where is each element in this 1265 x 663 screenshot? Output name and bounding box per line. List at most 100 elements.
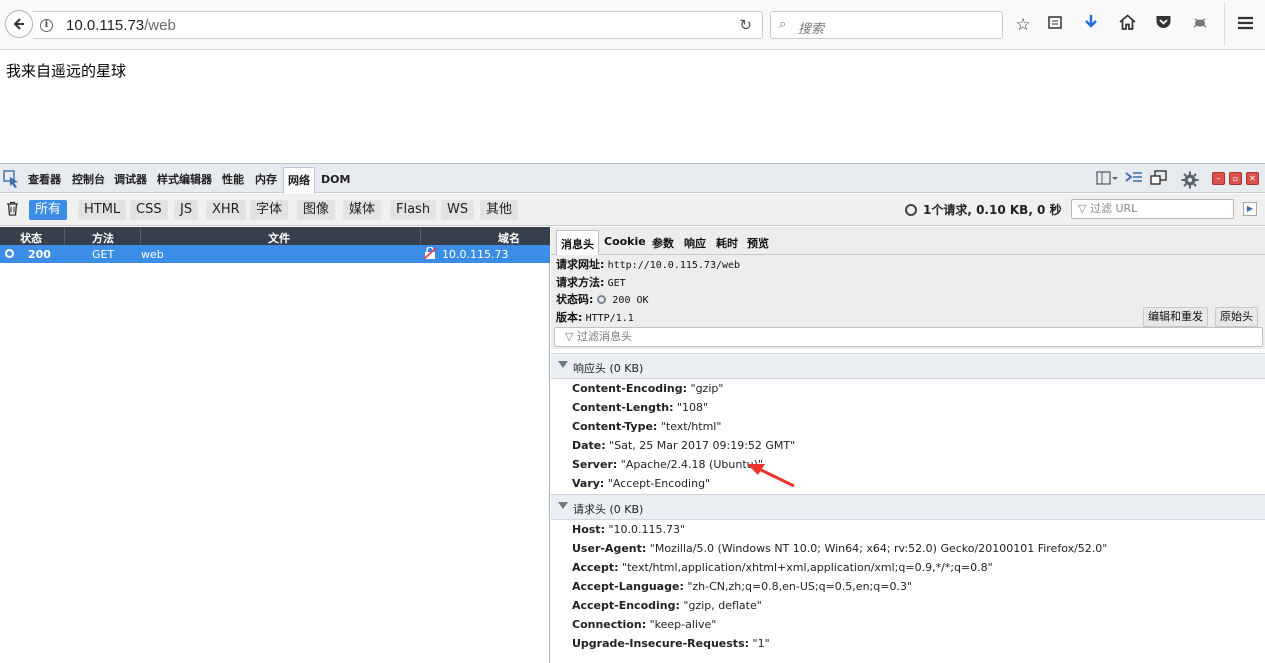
- header-line: Upgrade-Insecure-Requests: "1": [572, 637, 770, 650]
- collapse-triangle-icon: [558, 502, 568, 509]
- reading-list-icon[interactable]: [1044, 14, 1066, 36]
- summary-version: 版本: HTTP/1.1: [556, 311, 634, 324]
- request-domain: 10.0.115.73: [442, 248, 509, 261]
- browser-toolbar: i 10.0.115.73/web ↻ ⌕ 搜索 ☆: [0, 0, 1265, 50]
- filter-media[interactable]: 媒体: [343, 200, 382, 220]
- network-filter-bar: 所有 HTML CSS JS XHR 字体 图像 媒体 Flash WS 其他 …: [0, 194, 1265, 226]
- tab-cookie[interactable]: Cookie: [604, 235, 646, 248]
- filter-all[interactable]: 所有: [29, 200, 68, 220]
- header-line: Content-Length: "108": [572, 401, 709, 414]
- header-filter-input[interactable]: ▽ 过滤消息头: [554, 327, 1263, 347]
- url-text[interactable]: 10.0.115.73/web: [66, 17, 176, 34]
- url-filter-input[interactable]: ▽ 过滤 URL: [1071, 199, 1234, 219]
- filter-xhr[interactable]: XHR: [206, 200, 246, 220]
- header-line: Vary: "Accept-Encoding": [572, 477, 711, 490]
- request-table-header: 状态 方法 文件 域名: [0, 227, 550, 245]
- header-line: Content-Type: "text/html": [572, 420, 722, 433]
- inspector-picker-icon[interactable]: [3, 170, 21, 191]
- request-row[interactable]: 200 GET web 10.0.115.73: [0, 245, 550, 263]
- toggle-sidebar-icon[interactable]: ▶: [1243, 202, 1257, 216]
- header-line: Accept-Language: "zh-CN,zh;q=0.8,en-US;q…: [572, 580, 912, 593]
- annotation-arrow-icon: [747, 464, 795, 488]
- tab-performance[interactable]: 性能: [222, 169, 244, 191]
- menu-icon[interactable]: [1234, 14, 1256, 36]
- request-method: GET: [92, 248, 115, 261]
- search-box[interactable]: ⌕ 搜索: [770, 11, 1003, 39]
- details-tabs: 消息头 Cookie 参数 响应 耗时 预览: [551, 227, 1265, 256]
- stopwatch-icon: [905, 204, 917, 216]
- header-line: Connection: "keep-alive": [572, 618, 717, 631]
- tab-debugger[interactable]: 调试器: [114, 169, 147, 191]
- header-line: Date: "Sat, 25 Mar 2017 09:19:52 GMT": [572, 439, 796, 452]
- col-method[interactable]: 方法: [92, 230, 114, 246]
- tab-network[interactable]: 网络: [283, 167, 315, 194]
- request-headers-section[interactable]: 请求头 (0 KB): [551, 494, 1265, 520]
- toolbar-divider: [1224, 2, 1225, 46]
- insecure-lock-icon: [423, 246, 437, 263]
- header-line: Content-Encoding: "gzip": [572, 382, 724, 395]
- restore-icon[interactable]: ▫: [1229, 172, 1242, 185]
- downloads-icon[interactable]: [1080, 14, 1102, 36]
- summary-url: 请求网址: http://10.0.115.73/web: [556, 258, 741, 271]
- edit-resend-button[interactable]: 编辑和重发: [1143, 307, 1208, 327]
- url-bar[interactable]: i 10.0.115.73/web ↻: [33, 11, 763, 39]
- filter-html[interactable]: HTML: [78, 200, 127, 220]
- devtools-toolbar: 查看器 控制台 调试器 样式编辑器 性能 内存 网络 DOM – ▫ ✕: [0, 163, 1265, 194]
- split-console-icon[interactable]: [1125, 171, 1143, 189]
- back-button[interactable]: [5, 10, 33, 38]
- status-circle-icon: [597, 295, 607, 304]
- col-status[interactable]: 状态: [20, 230, 42, 246]
- info-icon[interactable]: i: [40, 19, 53, 32]
- tab-timings[interactable]: 耗时: [716, 235, 738, 251]
- filter-js[interactable]: JS: [174, 200, 199, 220]
- header-line: User-Agent: "Mozilla/5.0 (Windows NT 10.…: [572, 542, 1108, 555]
- col-domain[interactable]: 域名: [498, 230, 520, 246]
- page-body-text: 我来自遥远的星球: [6, 62, 127, 80]
- tab-params[interactable]: 参数: [652, 235, 674, 251]
- summary-status: 状态码: 200 OK: [556, 293, 649, 306]
- header-line: Accept-Encoding: "gzip, deflate": [572, 599, 762, 612]
- filter-fonts[interactable]: 字体: [250, 200, 289, 220]
- home-icon[interactable]: [1116, 14, 1138, 36]
- minimize-icon[interactable]: –: [1212, 172, 1225, 185]
- filter-flash[interactable]: Flash: [390, 200, 437, 220]
- response-headers-section[interactable]: 响应头 (0 KB): [551, 353, 1265, 379]
- tab-headers[interactable]: 消息头: [556, 230, 599, 256]
- raw-headers-button[interactable]: 原始头: [1215, 307, 1258, 327]
- reload-icon[interactable]: ↻: [739, 16, 752, 34]
- bookmark-star-icon[interactable]: ☆: [1012, 14, 1034, 36]
- filter-images[interactable]: 图像: [297, 200, 336, 220]
- request-details-panel: 消息头 Cookie 参数 响应 耗时 预览 请求网址: http://10.0…: [551, 227, 1265, 663]
- collapse-triangle-icon: [558, 361, 568, 368]
- split-layout-icon[interactable]: [1096, 171, 1118, 189]
- tab-console[interactable]: 控制台: [72, 169, 105, 191]
- trash-icon[interactable]: [6, 201, 19, 219]
- tab-style-editor[interactable]: 样式编辑器: [157, 169, 212, 191]
- summary-method: 请求方法: GET: [556, 276, 626, 289]
- request-status: 200: [28, 248, 51, 261]
- header-line: Accept: "text/html,application/xhtml+xml…: [572, 561, 993, 574]
- close-icon[interactable]: ✕: [1246, 172, 1259, 185]
- settings-gear-icon[interactable]: [1181, 171, 1199, 192]
- back-arrow-icon: [13, 18, 24, 30]
- filter-css[interactable]: CSS: [130, 200, 168, 220]
- filter-ws[interactable]: WS: [441, 200, 475, 220]
- firebug-icon[interactable]: [1189, 14, 1211, 36]
- tab-preview[interactable]: 预览: [747, 235, 769, 251]
- header-line: Host: "10.0.115.73": [572, 523, 686, 536]
- search-placeholder: 搜索: [798, 22, 825, 37]
- header-line: Server: "Apache/2.4.18 (Ubuntu)": [572, 458, 763, 471]
- request-file: web: [141, 248, 164, 261]
- tab-dom[interactable]: DOM: [321, 169, 350, 191]
- filter-other[interactable]: 其他: [480, 200, 519, 220]
- search-icon: ⌕: [779, 17, 787, 32]
- request-list-panel: 状态 方法 文件 域名 200 GET web 10.0.115.73: [0, 227, 550, 663]
- tab-response[interactable]: 响应: [684, 235, 706, 251]
- tab-memory[interactable]: 内存: [255, 169, 277, 191]
- network-summary: 1个请求, 0.10 KB, 0 秒: [905, 201, 1062, 218]
- pocket-icon[interactable]: [1152, 14, 1174, 36]
- status-dot-icon: [5, 249, 14, 258]
- tab-inspector[interactable]: 查看器: [28, 169, 61, 191]
- dock-window-icon[interactable]: [1150, 170, 1167, 189]
- col-file[interactable]: 文件: [268, 230, 290, 246]
